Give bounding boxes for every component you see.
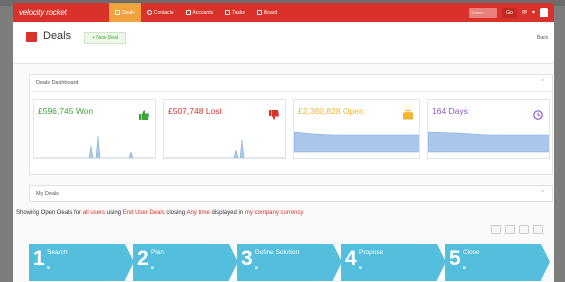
filter-type-link[interactable]: End User Deals bbox=[123, 210, 165, 216]
thumbs-down-icon bbox=[269, 107, 279, 120]
stage-propose[interactable]: 4 Propose ■ bbox=[341, 244, 446, 281]
app-window: velocity rocket Deals Contacts Accounts … bbox=[13, 3, 554, 282]
kpi-open[interactable]: £2,380,828 Open bbox=[293, 99, 420, 159]
kpi-value: £507,748 Lost bbox=[168, 106, 222, 116]
kpi-value: 164 Days bbox=[432, 106, 468, 116]
briefcase-icon bbox=[26, 32, 37, 42]
stage-number: 4 bbox=[345, 247, 357, 270]
contacts-icon bbox=[146, 10, 152, 15]
stage-name: Propose bbox=[359, 249, 384, 256]
filter-text: using bbox=[105, 210, 123, 216]
search-input[interactable]: Search... bbox=[468, 7, 497, 18]
page-title: Deals bbox=[43, 30, 72, 42]
won-sparkline bbox=[34, 135, 155, 158]
clock-icon bbox=[533, 107, 543, 120]
nav-label: Deals bbox=[122, 9, 135, 16]
bell-icon[interactable]: ▾ bbox=[532, 9, 535, 16]
thumbs-up-icon bbox=[139, 107, 149, 120]
kpi-value: £596,745 Won bbox=[38, 106, 94, 116]
stage-name: Search bbox=[47, 249, 68, 256]
filter-text: displayed in bbox=[209, 210, 245, 216]
export-icon[interactable] bbox=[533, 225, 543, 234]
kpi-lost[interactable]: £507,748 Lost bbox=[163, 99, 286, 159]
kpi-won[interactable]: £596,745 Won bbox=[33, 99, 156, 159]
briefcase-icon bbox=[115, 10, 120, 15]
nav-label: Board bbox=[263, 9, 278, 16]
stage-number: 2 bbox=[137, 247, 149, 270]
deals-dashboard-panel: Deals Dashboard ^ £596,745 Won £507,748 … bbox=[29, 74, 553, 175]
briefcase-icon: ■ bbox=[255, 265, 258, 270]
filter-text: closing bbox=[164, 210, 187, 216]
stage-name: Close bbox=[463, 249, 480, 256]
filter-time-link[interactable]: Any time bbox=[186, 210, 209, 216]
panel-header[interactable]: My Deals ^ bbox=[29, 185, 553, 202]
stage-search[interactable]: 1 Search ■ bbox=[29, 244, 134, 281]
lost-sparkline bbox=[164, 139, 285, 158]
nav-label: Accounts bbox=[192, 9, 214, 16]
nav-accounts[interactable]: Accounts bbox=[180, 3, 220, 22]
panel-title: Deals Dashboard bbox=[36, 80, 79, 86]
briefcase-icon: ■ bbox=[151, 265, 154, 270]
kpi-value: £2,380,828 Open bbox=[298, 106, 364, 116]
open-sparkline bbox=[294, 131, 419, 153]
grid-view-icon[interactable] bbox=[505, 225, 515, 234]
board-view-icon[interactable] bbox=[519, 225, 529, 234]
nav-tasks[interactable]: Tasks bbox=[219, 3, 251, 22]
panel-header[interactable]: Deals Dashboard ^ bbox=[30, 75, 552, 92]
top-navbar: velocity rocket Deals Contacts Accounts … bbox=[13, 3, 554, 22]
briefcase-icon: ■ bbox=[47, 265, 50, 270]
stage-number: 1 bbox=[33, 247, 45, 270]
filter-currency-link[interactable]: my company currency bbox=[245, 210, 304, 216]
nav-contacts[interactable]: Contacts bbox=[141, 3, 180, 22]
deal-filter-sentence: Showing Open Deals for all users using E… bbox=[13, 210, 554, 216]
stage-plan[interactable]: 2 Plan ■ bbox=[133, 244, 238, 281]
nav-board[interactable]: Board bbox=[251, 3, 283, 22]
days-sparkline bbox=[428, 131, 549, 153]
collapse-icon[interactable]: ^ bbox=[541, 79, 544, 85]
briefcase-icon bbox=[403, 107, 413, 120]
stage-number: 3 bbox=[241, 247, 253, 270]
new-deal-button[interactable]: + New Deal bbox=[84, 32, 126, 44]
kpi-days[interactable]: 164 Days bbox=[427, 99, 550, 159]
brand-logo[interactable]: velocity rocket bbox=[19, 8, 109, 17]
back-link[interactable]: Back bbox=[537, 35, 548, 41]
board-icon bbox=[256, 10, 262, 15]
mail-icon[interactable]: ✉ bbox=[522, 9, 527, 16]
stage-number: 5 bbox=[449, 247, 461, 270]
stage-define-solution[interactable]: 3 Define Solution ■ bbox=[237, 244, 342, 281]
briefcase-icon: ■ bbox=[359, 265, 362, 270]
briefcase-icon: ■ bbox=[463, 265, 466, 270]
list-view-icon[interactable] bbox=[491, 225, 501, 234]
user-avatar[interactable] bbox=[540, 8, 548, 17]
stage-name: Plan bbox=[151, 249, 165, 256]
collapse-icon[interactable]: ^ bbox=[541, 190, 544, 196]
building-icon bbox=[185, 10, 191, 15]
page-header: Deals + New Deal Back bbox=[13, 22, 554, 64]
filter-text: Showing Open Deals for bbox=[16, 210, 83, 216]
nav-label: Tasks bbox=[232, 9, 245, 16]
stage-close[interactable]: 5 Close ■ bbox=[445, 244, 550, 281]
panel-title: My Deals bbox=[36, 191, 59, 197]
check-icon bbox=[225, 10, 231, 15]
filter-users-link[interactable]: all users bbox=[83, 210, 105, 216]
search-button[interactable]: Go bbox=[501, 7, 517, 18]
nav-label: Contacts bbox=[153, 9, 174, 16]
nav-deals[interactable]: Deals bbox=[109, 3, 141, 22]
stage-name: Define Solution bbox=[255, 249, 300, 256]
